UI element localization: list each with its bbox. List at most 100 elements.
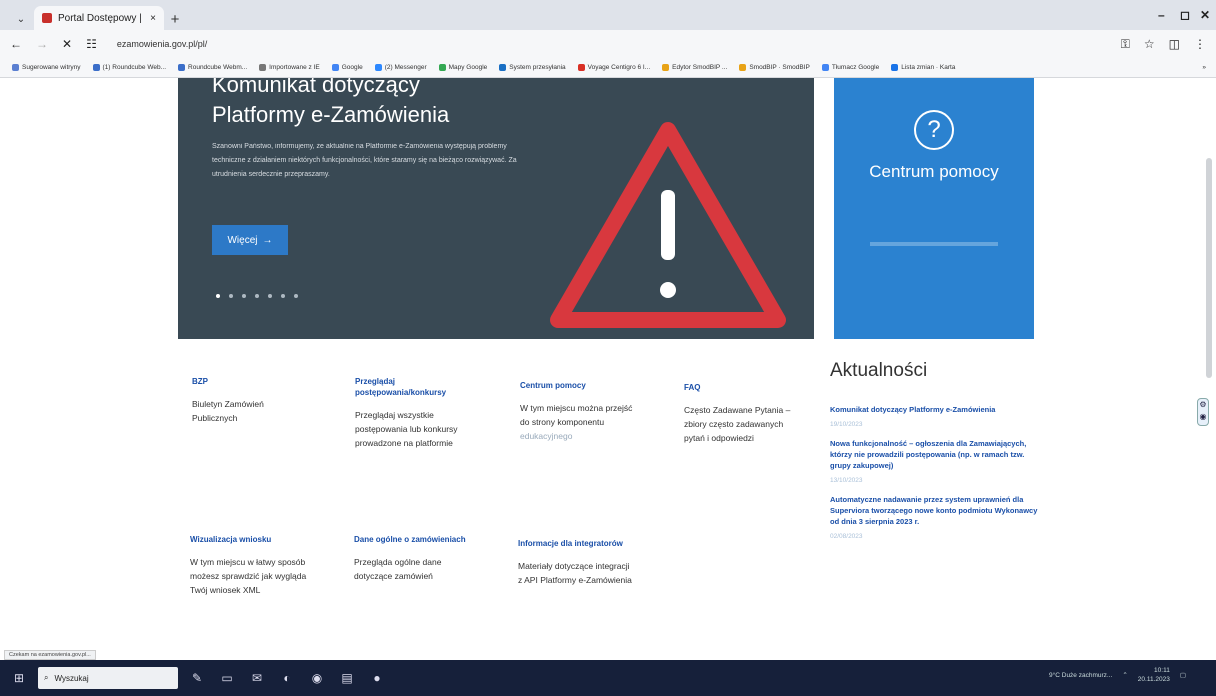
more-button[interactable]: Więcej →: [212, 225, 288, 255]
bookmark-favicon-icon: [12, 64, 19, 71]
bookmarks-more-icon[interactable]: »: [1202, 64, 1216, 71]
chrome-browser-icon[interactable]: ◉: [306, 667, 328, 689]
clock-time: 10:11: [1154, 667, 1170, 674]
start-menu-icon[interactable]: ⊞: [8, 667, 30, 689]
mail-icon[interactable]: ✉: [246, 667, 268, 689]
card-body: Przegląda ogólne dane dotyczące zamówień: [354, 557, 442, 581]
widgets-icon[interactable]: ✎: [186, 667, 208, 689]
bookmark-favicon-icon: [438, 64, 446, 71]
card-title[interactable]: FAQ: [684, 382, 802, 393]
bookmark-item[interactable]: Voyage Centigro 6 I...: [577, 64, 651, 71]
bookmark-item[interactable]: (2) Messenger: [374, 64, 427, 71]
card-general-data[interactable]: Dane ogólne o zamówieniach Przegląda ogó…: [354, 534, 472, 583]
card-bzp[interactable]: BZP Biuletyn Zamówień Publicznych: [192, 376, 310, 425]
bookmark-label: Sugerowane witryny: [22, 64, 81, 71]
accessibility-widget-icon[interactable]: ⚙ ◉: [1197, 398, 1209, 426]
browser-tab[interactable]: Portal Dostępowy | ×: [34, 6, 164, 30]
bookmark-item[interactable]: Tłumacz Google: [821, 64, 879, 71]
card-integrators[interactable]: Informacje dla integratorów Materiały do…: [518, 538, 636, 587]
new-tab-button[interactable]: +: [164, 8, 186, 30]
site-settings-icon[interactable]: ☷: [86, 37, 97, 51]
bookmark-item[interactable]: Lista zmian · Karta: [891, 64, 955, 71]
news-item: Nowa funkcjonalność – ogłoszenia dla Zam…: [830, 438, 1040, 484]
bookmark-item[interactable]: System przesyłania: [499, 64, 566, 71]
card-title[interactable]: BZP: [192, 376, 310, 387]
window-close-button[interactable]: ✕: [1200, 8, 1210, 22]
bookmark-item[interactable]: SmodBIP · SmodBIP: [739, 64, 810, 71]
card-title[interactable]: Dane ogólne o zamówieniach: [354, 534, 472, 545]
notifications-icon[interactable]: ▢: [1180, 671, 1186, 679]
card-title[interactable]: Centrum pomocy: [520, 380, 638, 391]
carousel-dot[interactable]: [229, 294, 233, 298]
bookmark-favicon-icon: [891, 64, 899, 71]
sidebar-panel-icon[interactable]: ◫: [1169, 37, 1180, 51]
window-maximize-button[interactable]: ◻: [1180, 8, 1190, 22]
card-faq[interactable]: FAQ Często Zadawane Pytania – zbiory czę…: [684, 382, 802, 445]
stop-loading-icon[interactable]: ✕: [62, 37, 72, 51]
bookmark-item[interactable]: Google: [331, 64, 363, 71]
carousel-dot[interactable]: [242, 294, 246, 298]
browser-menu-icon[interactable]: ⋮: [1194, 37, 1206, 51]
bookmark-label: Voyage Centigro 6 I...: [587, 64, 651, 71]
news-link[interactable]: Automatyczne nadawanie przez system upra…: [830, 494, 1040, 527]
card-title[interactable]: Przeglądaj postępowania/konkursy: [355, 376, 473, 398]
hero-body-text: Szanowni Państwo, informujemy, że aktual…: [212, 143, 517, 178]
bookmark-item[interactable]: Roundcube Webm...: [178, 64, 247, 71]
card-body: Biuletyn Zamówień Publicznych: [192, 399, 264, 423]
bookmark-item[interactable]: Importowane z IE: [259, 64, 320, 71]
news-date: 13/10/2023: [830, 477, 863, 484]
weather-text[interactable]: 9°C Duże zachmurz...: [1049, 672, 1112, 679]
warning-triangle-icon: [550, 122, 786, 328]
bookmark-star-icon[interactable]: ☆: [1144, 37, 1155, 51]
card-title[interactable]: Wizualizacja wniosku: [190, 534, 308, 545]
bookmark-favicon-icon: [374, 64, 382, 71]
forward-arrow-icon[interactable]: →: [36, 37, 48, 51]
window-minimize-button[interactable]: –: [1158, 8, 1165, 22]
taskview-icon[interactable]: ▭: [216, 667, 238, 689]
carousel-dot[interactable]: [294, 294, 298, 298]
tab-title: Portal Dostępowy |: [58, 12, 142, 24]
back-arrow-icon[interactable]: ←: [10, 37, 22, 51]
tab-list-chevron-icon[interactable]: ⌄: [8, 8, 34, 30]
card-request-visualization[interactable]: Wizualizacja wniosku W tym miejscu w łat…: [190, 534, 308, 597]
tab-close-icon[interactable]: ×: [150, 13, 156, 24]
card-browse-procedures[interactable]: Przeglądaj postępowania/konkursy Przeglą…: [355, 376, 473, 450]
file-explorer-icon[interactable]: ▤: [336, 667, 358, 689]
card-title[interactable]: Informacje dla integratorów: [518, 538, 636, 549]
bookmark-item[interactable]: Edytor SmodBIP ...: [662, 64, 727, 71]
taskbar-search[interactable]: ⌕ Wyszukaj: [38, 667, 178, 689]
card-help-center[interactable]: Centrum pomocy W tym miejscu można przej…: [520, 380, 638, 443]
carousel-dot[interactable]: [281, 294, 285, 298]
carousel-dot[interactable]: [268, 294, 272, 298]
windows-taskbar: ⊞ ⌕ Wyszukaj ✎ ▭ ✉ ◐ ◉ ▤ ● 9°C Duże zach…: [0, 660, 1216, 696]
help-center-tile[interactable]: ? Centrum pomocy: [834, 78, 1034, 339]
bookmark-item[interactable]: Sugerowane witryny: [12, 64, 81, 71]
clock[interactable]: 10:11 20.11.2023: [1138, 666, 1170, 684]
bookmark-favicon-icon: [499, 64, 507, 71]
bookmark-favicon-icon: [92, 64, 100, 71]
tray-chevron-icon[interactable]: ⌃: [1122, 671, 1127, 679]
news-link[interactable]: Nowa funkcjonalność – ogłoszenia dla Zam…: [830, 438, 1040, 471]
help-center-title: Centrum pomocy: [869, 162, 999, 181]
search-icon: ⌕: [44, 673, 49, 682]
page-scrollbar[interactable]: [1206, 158, 1212, 378]
password-key-icon[interactable]: ⚿: [1121, 37, 1130, 52]
url-field[interactable]: ezamowienia.gov.pl/pl/: [117, 39, 207, 49]
bookmark-item[interactable]: Mapy Google: [438, 64, 487, 71]
bookmark-label: Importowane z IE: [269, 64, 320, 71]
news-link[interactable]: Komunikat dotyczący Platformy e-Zamówien…: [830, 404, 1040, 415]
bookmark-favicon-icon: [662, 64, 670, 71]
edge-browser-icon[interactable]: ◐: [276, 667, 298, 689]
carousel-dot[interactable]: [216, 294, 220, 298]
bookmark-label: (1) Roundcube Web...: [102, 64, 167, 71]
bookmark-favicon-icon: [259, 64, 267, 71]
carousel-dot[interactable]: [255, 294, 259, 298]
bookmarks-bar: Sugerowane witryny (1) Roundcube Web... Ro…: [0, 58, 1216, 78]
news-date: 02/08/2023: [830, 533, 863, 540]
bookmark-item[interactable]: (1) Roundcube Web...: [92, 64, 167, 71]
hero-banner[interactable]: Komunikat dotyczący Platformy e-Zamówien…: [178, 78, 814, 339]
firefox-icon[interactable]: ●: [366, 667, 388, 689]
arrow-right-icon: →: [262, 234, 273, 246]
clock-date: 20.11.2023: [1137, 676, 1170, 683]
bookmark-label: Lista zmian · Karta: [901, 64, 956, 71]
